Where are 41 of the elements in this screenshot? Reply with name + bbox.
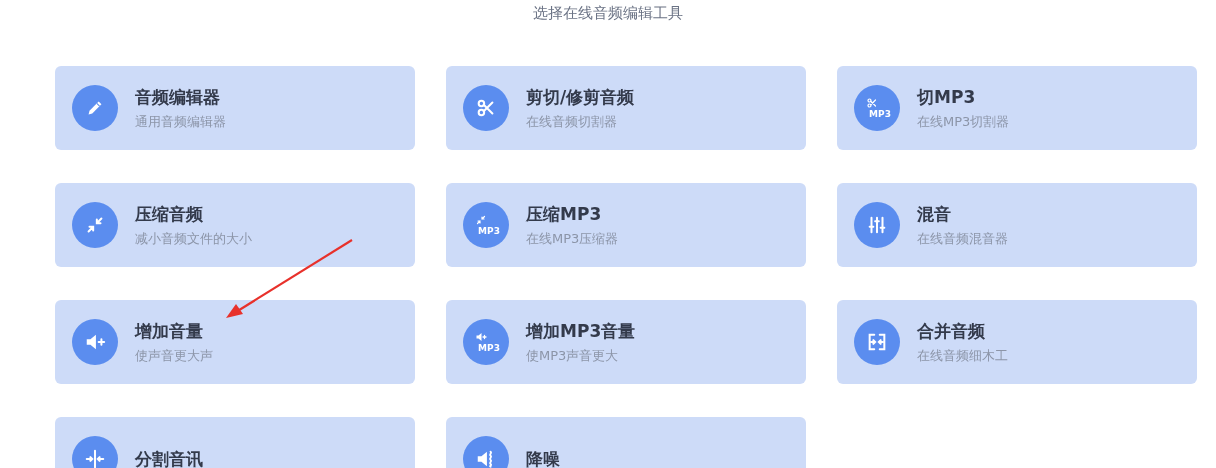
tool-title: 增加MP3音量 — [526, 319, 636, 343]
tool-subtitle: 使声音更大声 — [135, 346, 213, 365]
tool-card[interactable]: 剪切/修剪音频 在线音频切割器 — [446, 66, 806, 150]
tool-card[interactable]: 混音 在线音频混音器 — [837, 183, 1197, 267]
tool-subtitle: 在线音频细木工 — [917, 346, 1008, 365]
tool-subtitle: 在线音频混音器 — [917, 229, 1008, 248]
tool-card[interactable]: MP3 增加MP3音量 使MP3声音更大 — [446, 300, 806, 384]
tool-card[interactable]: 分割音讯 — [55, 417, 415, 468]
tool-subtitle: 在线MP3压缩器 — [526, 229, 619, 248]
section-heading: 选择在线音频编辑工具 — [533, 4, 683, 23]
tool-card[interactable]: 音频编辑器 通用音频编辑器 — [55, 66, 415, 150]
format-label: MP3 — [869, 109, 891, 119]
tool-card[interactable]: MP3 切MP3 在线MP3切割器 — [837, 66, 1197, 150]
tool-title: 压缩MP3 — [526, 202, 603, 226]
tool-title: 混音 — [917, 202, 952, 226]
tool-card[interactable]: 降噪 — [446, 417, 806, 468]
tool-subtitle: 通用音频编辑器 — [135, 112, 226, 131]
compress-icon — [475, 214, 487, 226]
tool-card[interactable]: 增加音量 使声音更大声 — [55, 300, 415, 384]
tool-title: 压缩音频 — [135, 202, 204, 226]
tool-title: 音频编辑器 — [135, 85, 221, 109]
tool-title: 分割音讯 — [135, 447, 203, 468]
tool-card[interactable]: MP3 压缩MP3 在线MP3压缩器 — [446, 183, 806, 267]
format-label: MP3 — [478, 343, 500, 353]
split-icon — [84, 448, 106, 468]
speaker-plus-icon — [475, 331, 487, 343]
tool-title: 增加音量 — [135, 319, 204, 343]
tool-card[interactable]: 合并音频 在线音频细木工 — [837, 300, 1197, 384]
tool-subtitle: 减小音频文件的大小 — [135, 229, 252, 248]
sliders-icon — [866, 214, 888, 236]
tool-subtitle: 在线MP3切割器 — [917, 112, 1010, 131]
tool-card[interactable]: 压缩音频 减小音频文件的大小 — [55, 183, 415, 267]
tool-title: 切MP3 — [917, 85, 977, 109]
scissors-icon — [866, 97, 878, 109]
tool-title: 剪切/修剪音频 — [526, 85, 635, 109]
merge-icon — [866, 331, 888, 353]
tool-title: 降噪 — [526, 447, 560, 468]
tool-subtitle: 使MP3声音更大 — [526, 346, 620, 365]
tool-subtitle: 在线音频切割器 — [526, 112, 618, 131]
format-label: MP3 — [478, 226, 500, 236]
tool-title: 合并音频 — [917, 319, 986, 343]
